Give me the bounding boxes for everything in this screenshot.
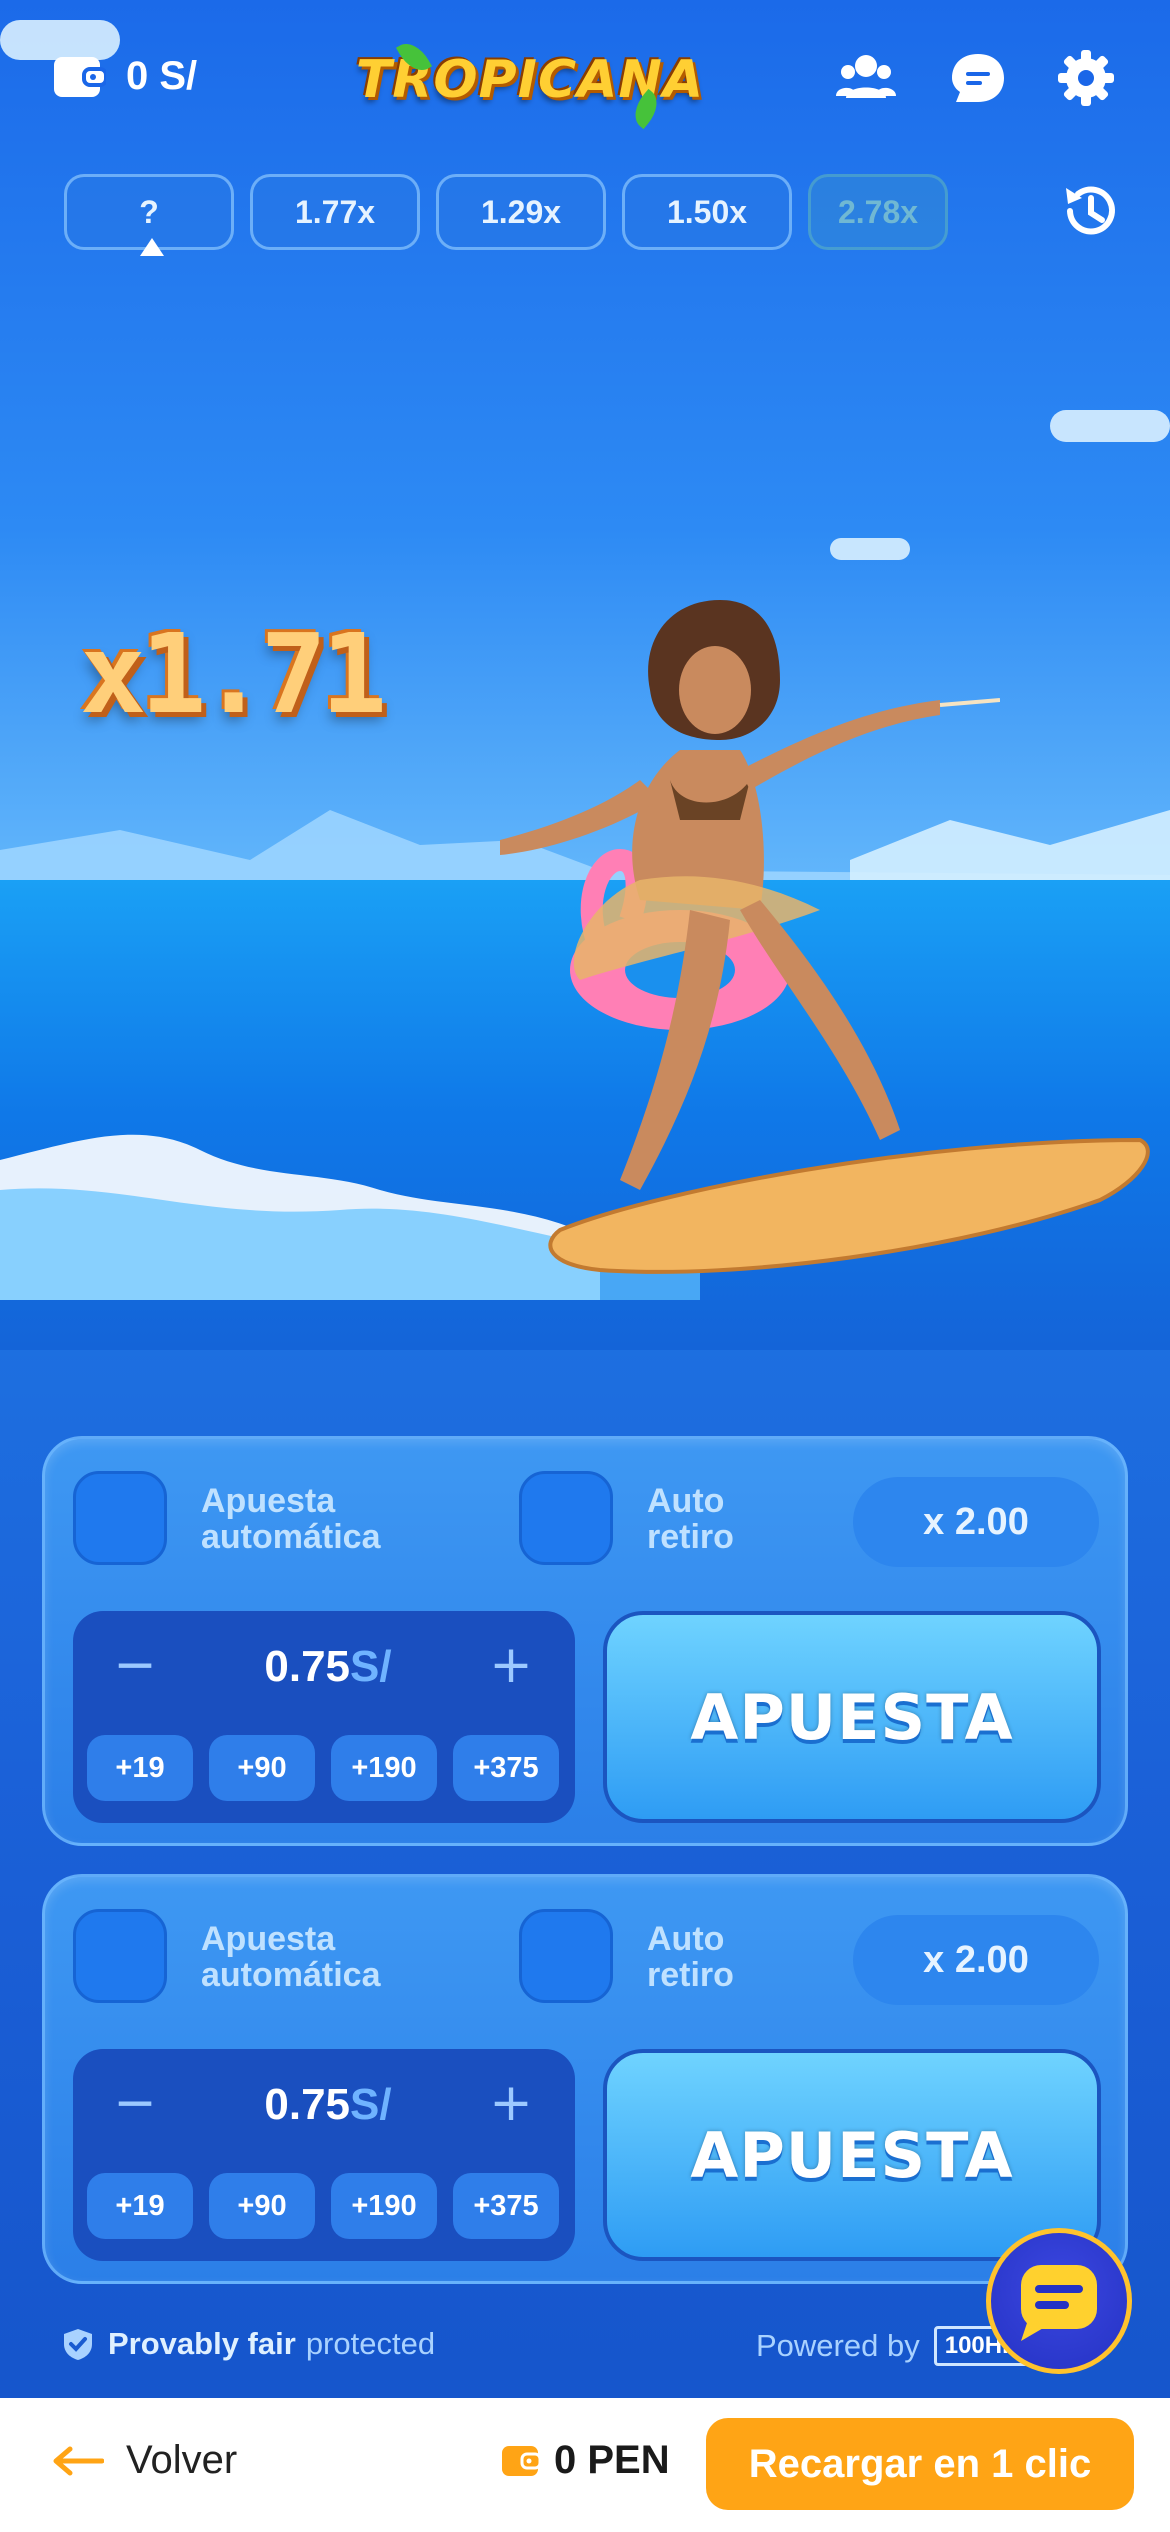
chat-fab-button[interactable]	[986, 2228, 1132, 2374]
bet-panel-1: Apuesta automática Auto retiro x 2.00 − …	[42, 1436, 1128, 1846]
pen-balance-text: 0 PEN	[554, 2438, 670, 2482]
bet-button[interactable]: APUESTA	[603, 1611, 1101, 1823]
quick-add-chip[interactable]: +19	[87, 2173, 193, 2239]
history-value: ?	[139, 193, 159, 230]
wallet-icon	[502, 2445, 542, 2476]
history-item[interactable]: 1.50x	[622, 174, 792, 250]
cashout-multiplier-input[interactable]: x 2.00	[853, 1477, 1099, 1567]
history-icon[interactable]	[1058, 178, 1124, 244]
shield-check-icon	[64, 2329, 92, 2360]
bottom-bar: Volver 0 PEN Recargar en 1 clic	[0, 2398, 1170, 2532]
back-button[interactable]: Volver	[52, 2438, 237, 2483]
auto-cashout-checkbox[interactable]	[519, 1909, 613, 2003]
auto-bet-label: Apuesta automática	[201, 1482, 381, 1556]
decrease-amount-button[interactable]: −	[107, 1637, 163, 1693]
amount-number: 0.75	[264, 1642, 351, 1691]
bet-amount-value[interactable]: 0.75S/	[253, 2075, 403, 2135]
increase-amount-button[interactable]: +	[483, 2075, 539, 2131]
history-value: 1.29x	[480, 193, 562, 230]
auto-cashout-checkbox[interactable]	[519, 1471, 613, 1565]
quick-add-chip[interactable]: +90	[209, 1735, 315, 1801]
surfer-character	[500, 600, 1000, 1190]
recharge-button[interactable]: Recargar en 1 clic	[706, 2418, 1134, 2510]
provably-fair[interactable]: Provably fair protected	[62, 2326, 435, 2362]
current-multiplier: x1.71	[80, 610, 387, 738]
quick-add-chip[interactable]: +375	[453, 1735, 559, 1801]
decrease-amount-button[interactable]: −	[107, 2075, 163, 2131]
tropicana-logo: TROPICANA	[356, 36, 703, 130]
amount-currency: S/	[350, 2080, 392, 2129]
powered-by: Powered by 100HP	[756, 2326, 1030, 2366]
increase-amount-button[interactable]: +	[483, 1637, 539, 1693]
quick-add-chip[interactable]: +19	[87, 1735, 193, 1801]
history-value: 2.78x	[837, 193, 919, 230]
history-item[interactable]: 1.29x	[436, 174, 606, 250]
auto-cashout-label: Auto retiro	[647, 1920, 734, 1994]
balance-text: 0 S/	[126, 54, 198, 98]
cashout-multiplier-input[interactable]: x 2.00	[853, 1915, 1099, 2005]
top-header: 0 S/ TROPICANA	[0, 30, 1170, 130]
chat-icon[interactable]	[948, 48, 1008, 108]
history-value: 1.77x	[294, 193, 376, 230]
cloud	[830, 538, 910, 560]
history-value: 1.50x	[666, 193, 748, 230]
quick-add-chip[interactable]: +190	[331, 1735, 437, 1801]
bet-amount-value[interactable]: 0.75S/	[253, 1637, 403, 1697]
quick-add-chip[interactable]: +190	[331, 2173, 437, 2239]
auto-cashout-label: Auto retiro	[647, 1482, 734, 1556]
wallet-icon	[54, 56, 106, 97]
powered-by-text: Powered by	[756, 2328, 920, 2363]
history-item[interactable]: 1.77x	[250, 174, 420, 250]
balance-display[interactable]: 0 S/	[54, 54, 197, 99]
pen-balance: 0 PEN	[502, 2438, 670, 2483]
settings-icon[interactable]	[1056, 48, 1116, 108]
users-icon[interactable]	[836, 48, 896, 108]
bet-button[interactable]: APUESTA	[603, 2049, 1101, 2261]
auto-bet-label: Apuesta automática	[201, 1920, 381, 1994]
bet-amount-control: − 0.75S/ + +19 +90 +190 +375	[73, 1611, 575, 1823]
quick-add-chip[interactable]: +375	[453, 2173, 559, 2239]
back-label: Volver	[126, 2438, 238, 2482]
cloud	[1050, 410, 1170, 442]
arrow-left-icon	[53, 2446, 104, 2475]
auto-bet-checkbox[interactable]	[73, 1909, 167, 2003]
bet-panel-2: Apuesta automática Auto retiro x 2.00 − …	[42, 1874, 1128, 2284]
pointer-icon	[140, 238, 164, 256]
fair-light-text: protected	[305, 2326, 436, 2361]
amount-number: 0.75	[264, 2080, 351, 2129]
game-screen: 0 S/ TROPICANA ? 1.77x 1.29x 1.50x 2.78x…	[0, 0, 1170, 2532]
history-item[interactable]: 2.78x	[808, 174, 948, 250]
bet-amount-control: − 0.75S/ + +19 +90 +190 +375	[73, 2049, 575, 2261]
fair-strong-text: Provably fair	[108, 2326, 296, 2361]
chat-bubble-icon	[1021, 2265, 1097, 2341]
auto-bet-checkbox[interactable]	[73, 1471, 167, 1565]
amount-currency: S/	[350, 1642, 392, 1691]
quick-add-chip[interactable]: +90	[209, 2173, 315, 2239]
